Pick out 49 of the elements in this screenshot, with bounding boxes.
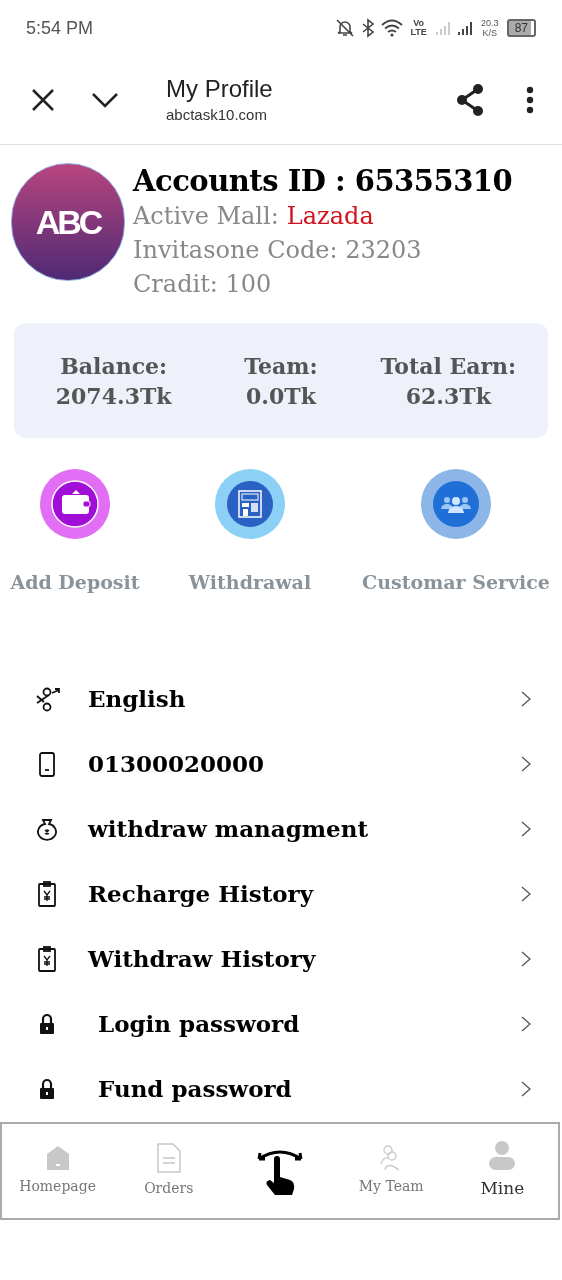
people-icon xyxy=(420,468,492,540)
share-icon[interactable] xyxy=(454,83,486,117)
mall-name: Lazada xyxy=(286,201,374,232)
stat-value: 2074.3Tk xyxy=(55,381,172,411)
chevron-right-icon xyxy=(520,689,532,709)
signal-icon xyxy=(456,19,473,37)
nav-tab[interactable]: Mine xyxy=(446,1139,558,1202)
menu-item[interactable]: Fund password xyxy=(0,1056,562,1122)
nav-tab[interactable]: Orders xyxy=(113,1142,225,1199)
home-icon xyxy=(44,1144,71,1172)
menu-item[interactable]: withdraw managment xyxy=(0,796,562,862)
chevron-right-icon xyxy=(520,819,532,839)
menu-item[interactable]: Withdraw History xyxy=(0,926,562,992)
page-title: My Profile xyxy=(166,73,273,104)
more-icon[interactable] xyxy=(526,86,534,114)
nav-tab[interactable]: Homepage xyxy=(2,1144,114,1197)
stat-label: Total Earn: xyxy=(380,351,517,381)
wifi-icon xyxy=(380,19,403,37)
bell-off-icon xyxy=(334,18,355,38)
stat-label: Team: xyxy=(244,351,318,381)
chevron-right-icon xyxy=(520,884,532,904)
chevron-right-icon xyxy=(520,1079,532,1099)
page-url: abctask10.com xyxy=(166,104,268,125)
credit: Cradit: 100 xyxy=(133,269,273,300)
invite-code: Invitasone Code: 23203 xyxy=(133,235,423,266)
stat-value: 62.3Tk xyxy=(405,381,491,411)
atm-icon xyxy=(214,468,286,540)
avatar-logo: ABC xyxy=(11,163,125,281)
nav-tab[interactable]: My Team xyxy=(335,1144,447,1197)
chevron-right-icon xyxy=(520,949,532,969)
document-icon xyxy=(155,1142,182,1174)
menu-item[interactable]: Recharge History xyxy=(0,861,562,927)
menu-item[interactable]: 01300020000 xyxy=(0,731,562,797)
stat-value: 0.0Tk xyxy=(246,381,316,411)
status-time: 5:54 PM xyxy=(26,16,94,40)
account-id: Accounts ID : 65355310 xyxy=(133,163,513,199)
wallet-icon xyxy=(39,468,111,540)
stat-label: Balance: xyxy=(60,351,168,381)
person-icon xyxy=(487,1139,518,1172)
chevron-right-icon xyxy=(520,1014,532,1034)
bluetooth-icon xyxy=(360,18,375,38)
chevron-right-icon xyxy=(520,754,532,774)
battery-indicator: 87 xyxy=(506,19,536,37)
menu-item[interactable]: Login password xyxy=(0,991,562,1057)
signal-icon xyxy=(434,19,451,37)
menu-item[interactable]: English xyxy=(0,666,562,732)
network-speed: 20.3 K/S xyxy=(479,18,500,38)
network-type: Vo LTE xyxy=(409,19,428,37)
mall-label: Active Mall: xyxy=(133,201,279,232)
